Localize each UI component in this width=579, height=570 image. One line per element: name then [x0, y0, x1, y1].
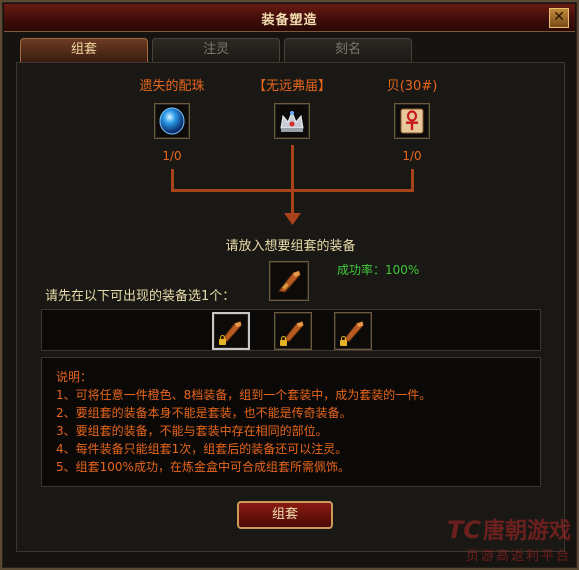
arrow-down-icon	[284, 213, 301, 225]
target-equipment-slot[interactable]	[269, 261, 309, 301]
material-slot[interactable]	[274, 103, 310, 139]
blue-orb-icon	[159, 107, 185, 135]
silver-crown-icon	[280, 110, 304, 132]
tab-infuse-soul[interactable]: 注灵	[152, 38, 280, 62]
watermark-tagline: 页游高返利平台	[465, 549, 571, 564]
connector-left	[171, 169, 174, 191]
material-count: 1/0	[162, 149, 182, 163]
description-line: 5、组套100%成功，在炼金盒中可合成组套所需佩饰。	[56, 460, 350, 474]
combine-panel: 遗失的配珠 1/0 【无远弗届】 贝(30#) 1/0 请放入想要组套的装备 成…	[16, 62, 565, 552]
equipment-shaping-window: 装备塑造 ✕ 组套 注灵 刻名 遗失的配珠 1/0 【无远弗届】 贝(30#) …	[0, 0, 579, 570]
description-line: 1、可将任意一件橙色、8档装备，组到一个套装中，成为套装的一件。	[56, 388, 432, 402]
combine-set-button[interactable]: 组套	[237, 501, 333, 529]
equipment-item-1[interactable]	[212, 312, 250, 350]
material-name: 贝(30#)	[386, 79, 438, 94]
description-line: 4、每件装备只能组套1次，组套后的装备还可以注灵。	[56, 442, 348, 456]
tab-combine-set[interactable]: 组套	[20, 38, 148, 62]
close-icon: ✕	[553, 9, 565, 25]
ankh-scroll-icon	[400, 108, 424, 134]
material-lost-bead: 遗失的配珠 1/0	[107, 75, 237, 163]
equipment-choose-label: 请先在以下可出现的装备选1个：	[45, 289, 236, 304]
description-title: 说明：	[56, 370, 93, 384]
material-slot[interactable]	[154, 103, 190, 139]
material-shell: 贝(30#) 1/0	[347, 75, 477, 163]
lock-icon	[219, 335, 226, 345]
lock-icon	[280, 336, 287, 346]
material-set-crown: 【无远弗届】	[227, 75, 357, 139]
equipment-item-2[interactable]	[274, 312, 312, 350]
connector-horizontal	[171, 189, 414, 192]
close-button[interactable]: ✕	[549, 8, 569, 28]
connector-center	[291, 145, 294, 217]
description-line: 3、要组套的装备，不能与套装中存在相同的部位。	[56, 424, 328, 438]
material-name: 遗失的配珠	[139, 79, 205, 94]
window-title: 装备塑造	[261, 13, 318, 28]
watermark-logo: TC唐朝游戏	[447, 516, 571, 544]
material-name: 【无远弗届】	[252, 79, 331, 94]
equipment-item-3[interactable]	[334, 312, 372, 350]
material-count: 1/0	[402, 149, 422, 163]
gauntlet-icon	[278, 270, 301, 293]
description-box: 说明： 1、可将任意一件橙色、8档装备，组到一个套装中，成为套装的一件。 2、要…	[41, 357, 541, 487]
watermark: TC唐朝游戏 页游高返利平台	[447, 513, 571, 564]
title-bar[interactable]: 装备塑造 ✕	[4, 4, 575, 32]
tab-engrave-name[interactable]: 刻名	[284, 38, 412, 62]
description-line: 2、要组套的装备本身不能是套装，也不能是传奇装备。	[56, 406, 352, 420]
target-prompt: 请放入想要组套的装备	[225, 239, 356, 254]
lock-icon	[340, 336, 347, 346]
success-rate: 成功率：100%	[337, 263, 420, 277]
material-slot[interactable]	[394, 103, 430, 139]
connector-right	[411, 169, 414, 191]
equipment-list	[41, 309, 541, 351]
